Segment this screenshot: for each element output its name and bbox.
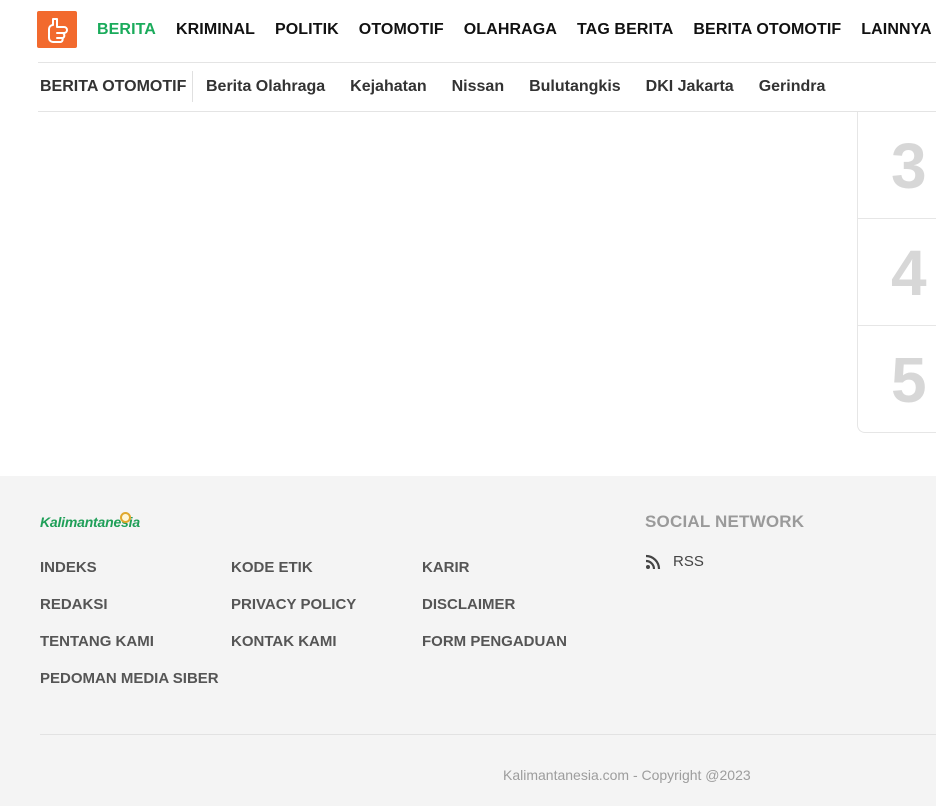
tag-bar-title[interactable]: BERITA OTOMOTIF bbox=[40, 76, 186, 98]
tag-item[interactable]: Berita Olahraga bbox=[206, 76, 325, 98]
ranking-number: 5 bbox=[891, 344, 927, 416]
tag-bar-divider bbox=[38, 111, 936, 112]
popular-ranking: 3 4 5 bbox=[857, 112, 936, 433]
ranking-card[interactable]: 4 bbox=[857, 219, 936, 326]
site-logo[interactable] bbox=[37, 11, 77, 48]
nav-item-tag-berita[interactable]: TAG BERITA bbox=[577, 19, 673, 41]
nav-item-berita[interactable]: BERITA bbox=[97, 19, 156, 41]
nav-item-lainnya[interactable]: LAINNYA bbox=[861, 19, 936, 41]
footer-link-disclaimer[interactable]: DISCLAIMER bbox=[422, 595, 515, 615]
tag-item[interactable]: Gerindra bbox=[759, 76, 826, 98]
main-menu: BERITA KRIMINAL POLITIK OTOMOTIF OLAHRAG… bbox=[97, 19, 936, 41]
footer-link-redaksi[interactable]: REDAKSI bbox=[40, 595, 108, 615]
footer-link-indeks[interactable]: INDEKS bbox=[40, 558, 97, 578]
ranking-card[interactable]: 5 bbox=[857, 326, 936, 433]
tag-list: Berita Olahraga Kejahatan Nissan Bulutan… bbox=[206, 76, 850, 98]
footer-link-form-pengaduan[interactable]: FORM PENGADUAN bbox=[422, 632, 567, 652]
tag-item[interactable]: DKI Jakarta bbox=[646, 76, 734, 98]
tag-bar: BERITA OTOMOTIF Berita Olahraga Kejahata… bbox=[0, 63, 936, 111]
thumbs-up-icon bbox=[48, 17, 68, 43]
footer-logo[interactable]: Kalimantanesia bbox=[40, 512, 140, 540]
footer-link-kode-etik[interactable]: KODE ETIK bbox=[231, 558, 313, 578]
rss-label: RSS bbox=[673, 553, 704, 570]
nav-item-otomotif[interactable]: OTOMOTIF bbox=[359, 19, 444, 41]
social-network-title: SOCIAL NETWORK bbox=[645, 512, 805, 531]
top-navigation: BERITA KRIMINAL POLITIK OTOMOTIF OLAHRAG… bbox=[0, 0, 936, 62]
nav-item-olahraga[interactable]: OLAHRAGA bbox=[464, 19, 557, 41]
footer-link-karir[interactable]: KARIR bbox=[422, 558, 470, 578]
nav-item-lainnya-label: LAINNYA bbox=[861, 21, 932, 38]
tag-item[interactable]: Nissan bbox=[452, 76, 504, 98]
tag-item[interactable]: Kejahatan bbox=[350, 76, 426, 98]
footer-divider bbox=[40, 734, 936, 735]
rss-icon bbox=[645, 554, 661, 569]
rss-link[interactable]: RSS bbox=[645, 553, 704, 570]
logo-pin-icon bbox=[120, 512, 131, 523]
ranking-number: 3 bbox=[891, 130, 927, 202]
copyright-text: Kalimantanesia.com - Copyright @2023 bbox=[503, 767, 751, 783]
footer-link-kontak[interactable]: KONTAK KAMI bbox=[231, 632, 337, 652]
footer-link-tentang-kami[interactable]: TENTANG KAMI bbox=[40, 632, 154, 652]
nav-item-politik[interactable]: POLITIK bbox=[275, 19, 339, 41]
footer-link-privacy[interactable]: PRIVACY POLICY bbox=[231, 595, 356, 615]
footer-link-pedoman[interactable]: PEDOMAN MEDIA SIBER bbox=[40, 669, 219, 689]
site-footer: Kalimantanesia INDEKS REDAKSI TENTANG KA… bbox=[0, 476, 936, 806]
nav-item-kriminal[interactable]: KRIMINAL bbox=[176, 19, 255, 41]
tag-divider bbox=[192, 71, 193, 102]
ranking-card[interactable]: 3 bbox=[857, 112, 936, 219]
tag-item[interactable]: Bulutangkis bbox=[529, 76, 621, 98]
nav-item-berita-otomotif[interactable]: BERITA OTOMOTIF bbox=[693, 19, 841, 41]
ranking-number: 4 bbox=[891, 237, 927, 309]
